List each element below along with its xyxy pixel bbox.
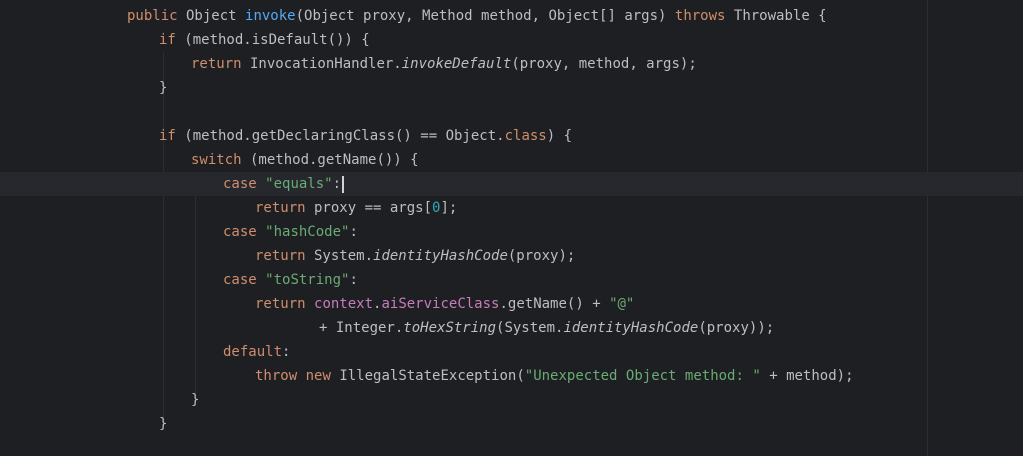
code-token: return [255,296,306,312]
code-line-content: default: [223,340,290,364]
code-line[interactable]: return context.aiServiceClass.getName() … [0,292,1023,316]
code-token: case [223,272,257,288]
code-token: toHexString [403,320,497,336]
code-token: return [255,248,306,264]
code-token: InvocationHandler. [241,56,402,72]
code-token: "Unexpected Object method: " [524,368,761,384]
code-token: (method.isDefault()) { [175,32,370,48]
code-token: throws [674,8,726,24]
code-line-content: if (method.isDefault()) { [159,28,370,52]
code-line[interactable]: case "hashCode": [0,220,1023,244]
code-line[interactable]: return System.identityHashCode(proxy); [0,244,1023,268]
code-line-content: + Integer.toHexString(System.identityHas… [319,316,774,340]
code-token: case [223,176,257,192]
code-area[interactable]: public Object invoke(Object proxy, Metho… [0,4,1023,436]
code-token: : [282,344,291,360]
code-line-content: case "toString": [223,268,358,292]
code-editor[interactable]: public Object invoke(Object proxy, Metho… [0,0,1023,456]
code-token: (Object proxy, Method method, Object[] a… [295,8,675,24]
code-line[interactable]: public Object invoke(Object proxy, Metho… [0,4,1023,28]
code-line[interactable]: case "toString": [0,268,1023,292]
code-token: "hashCode" [265,224,350,240]
code-token: default [223,344,283,360]
code-token: identityHashCode [563,320,699,336]
code-token: invokeDefault [401,56,512,72]
text-caret [342,175,345,193]
code-line-content: return proxy == args[0]; [255,196,457,220]
code-token: Object [177,8,246,24]
code-line[interactable]: } [0,412,1023,436]
code-token: (method.getDeclaringClass() == Object. [175,128,505,144]
code-token: + Integer. [319,320,404,336]
code-line-content: } [191,388,199,412]
code-token: switch [191,152,242,168]
code-line[interactable]: throw new IllegalStateException("Unexpec… [0,364,1023,388]
code-token: return [255,200,306,216]
code-token: new [305,368,331,384]
code-line-content: return InvocationHandler.invokeDefault(p… [191,52,697,76]
code-token: "toString" [265,272,350,288]
code-token: ) { [546,128,573,144]
code-line-content: return context.aiServiceClass.getName() … [255,292,634,316]
code-line[interactable] [0,100,1023,124]
code-token: public [127,8,178,24]
code-token: } [159,80,168,96]
code-token: case [223,224,257,240]
code-token: return [191,56,242,72]
code-token: : [349,272,358,288]
code-line-content: public Object invoke(Object proxy, Metho… [127,4,827,28]
code-line[interactable]: return proxy == args[0]; [0,196,1023,220]
code-token: class [504,128,547,144]
code-line[interactable]: switch (method.getName()) { [0,148,1023,172]
code-token: } [159,416,168,432]
code-line-content: case "hashCode": [223,220,358,244]
code-token: + method); [760,368,854,384]
code-token: (proxy, method, args); [511,56,697,72]
code-token: context [314,296,374,312]
code-token: } [191,392,200,408]
code-line[interactable]: return InvocationHandler.invokeDefault(p… [0,52,1023,76]
code-token: "equals" [265,176,333,192]
code-token: aiServiceClass [381,296,500,312]
code-token: if [159,32,176,48]
code-token: IllegalStateException( [330,368,525,384]
code-line-content: return System.identityHashCode(proxy); [255,244,575,268]
code-line-content: case "equals": [223,172,345,196]
code-token: invoke [245,8,296,24]
code-token: .getName() + [499,296,610,312]
code-token: : [332,176,342,192]
code-line[interactable]: if (method.getDeclaringClass() == Object… [0,124,1023,148]
code-token: : [349,224,358,240]
code-token: System. [305,248,374,264]
code-line[interactable]: } [0,76,1023,100]
code-line[interactable]: case "equals": [0,172,1023,196]
code-token: "@" [609,296,635,312]
code-line-content: } [159,412,167,436]
code-line[interactable]: default: [0,340,1023,364]
code-line-content: if (method.getDeclaringClass() == Object… [159,124,572,148]
code-line[interactable]: } [0,388,1023,412]
code-line-content: switch (method.getName()) { [191,148,419,172]
code-token: ]; [440,200,458,216]
code-token: (method.getName()) { [241,152,419,168]
code-token: throw [255,368,298,384]
code-token: (proxy); [507,248,576,264]
code-token: (System. [496,320,564,336]
code-line[interactable]: + Integer.toHexString(System.identityHas… [0,316,1023,340]
code-token: (proxy)); [698,320,775,336]
code-token: if [159,128,176,144]
code-line-content: throw new IllegalStateException("Unexpec… [255,364,854,388]
code-line[interactable]: if (method.isDefault()) { [0,28,1023,52]
code-token: Throwable { [725,8,827,24]
code-token: proxy == args[ [305,200,433,216]
code-token: identityHashCode [373,248,508,264]
code-line-content: } [159,76,167,100]
